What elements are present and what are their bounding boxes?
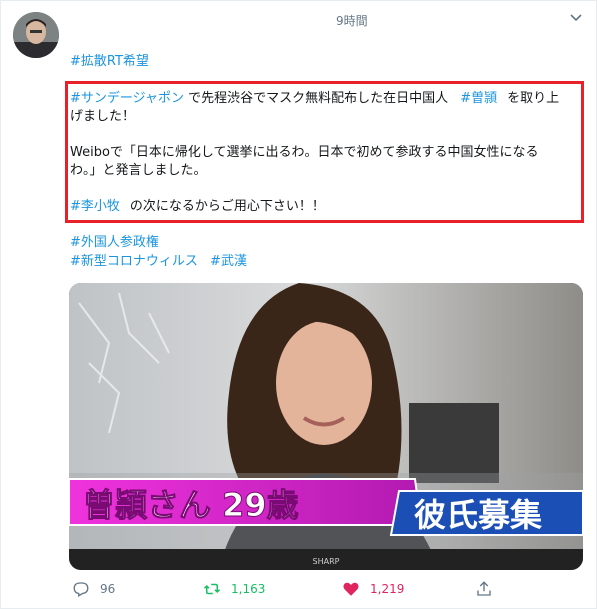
retweet-icon	[203, 580, 221, 598]
hashtag-link[interactable]: #武漢	[210, 254, 247, 269]
hashtag-link[interactable]: #新型コロナウィルス	[70, 254, 198, 269]
tweet-text: わ。」と発言しました。	[70, 163, 207, 178]
reply-icon	[72, 580, 90, 598]
avatar[interactable]	[13, 12, 59, 58]
tweet-text: の次になるからご用心下さい！！	[129, 199, 325, 214]
hashtag-link[interactable]: #サンデージャポン	[70, 91, 184, 106]
hashtag-link[interactable]: #外国人参政権	[70, 235, 159, 250]
chevron-down-icon[interactable]	[568, 9, 584, 25]
like-count: 1,219	[370, 582, 405, 596]
hashtag-link[interactable]: #李小牧	[70, 199, 120, 214]
tweet-text: げました！	[70, 109, 136, 124]
tv-brand-label: SHARP	[313, 557, 340, 566]
retweet-count: 1,163	[231, 582, 266, 596]
tweet-text: で先程渋谷でマスク無料配布した在日中国人	[183, 91, 453, 106]
tweet-text: Weiboで「日本に帰化して選挙に出るわ。日本で初めて参政する中国女性になる	[70, 145, 539, 160]
reply-count: 96	[100, 582, 116, 596]
reply-button[interactable]: 96	[72, 580, 115, 598]
share-button[interactable]	[475, 580, 493, 598]
share-icon	[475, 580, 493, 598]
tweet-photo[interactable]: 曽頴さん 29歳 彼氏募集 SHARP	[69, 283, 583, 570]
like-button[interactable]: 1,219	[342, 580, 404, 598]
hashtag-link[interactable]: #曽頴	[460, 91, 497, 106]
image-caption-right: 彼氏募集	[414, 496, 542, 534]
tweet-timestamp[interactable]: 9時間	[336, 12, 368, 29]
tweet-text: を取り上	[507, 91, 560, 106]
retweet-button[interactable]: 1,163	[203, 580, 265, 598]
image-caption-left: 曽頴さん 29歳	[83, 486, 299, 524]
hashtag-link[interactable]: #拡散RT希望	[70, 54, 149, 69]
heart-icon	[342, 580, 360, 598]
